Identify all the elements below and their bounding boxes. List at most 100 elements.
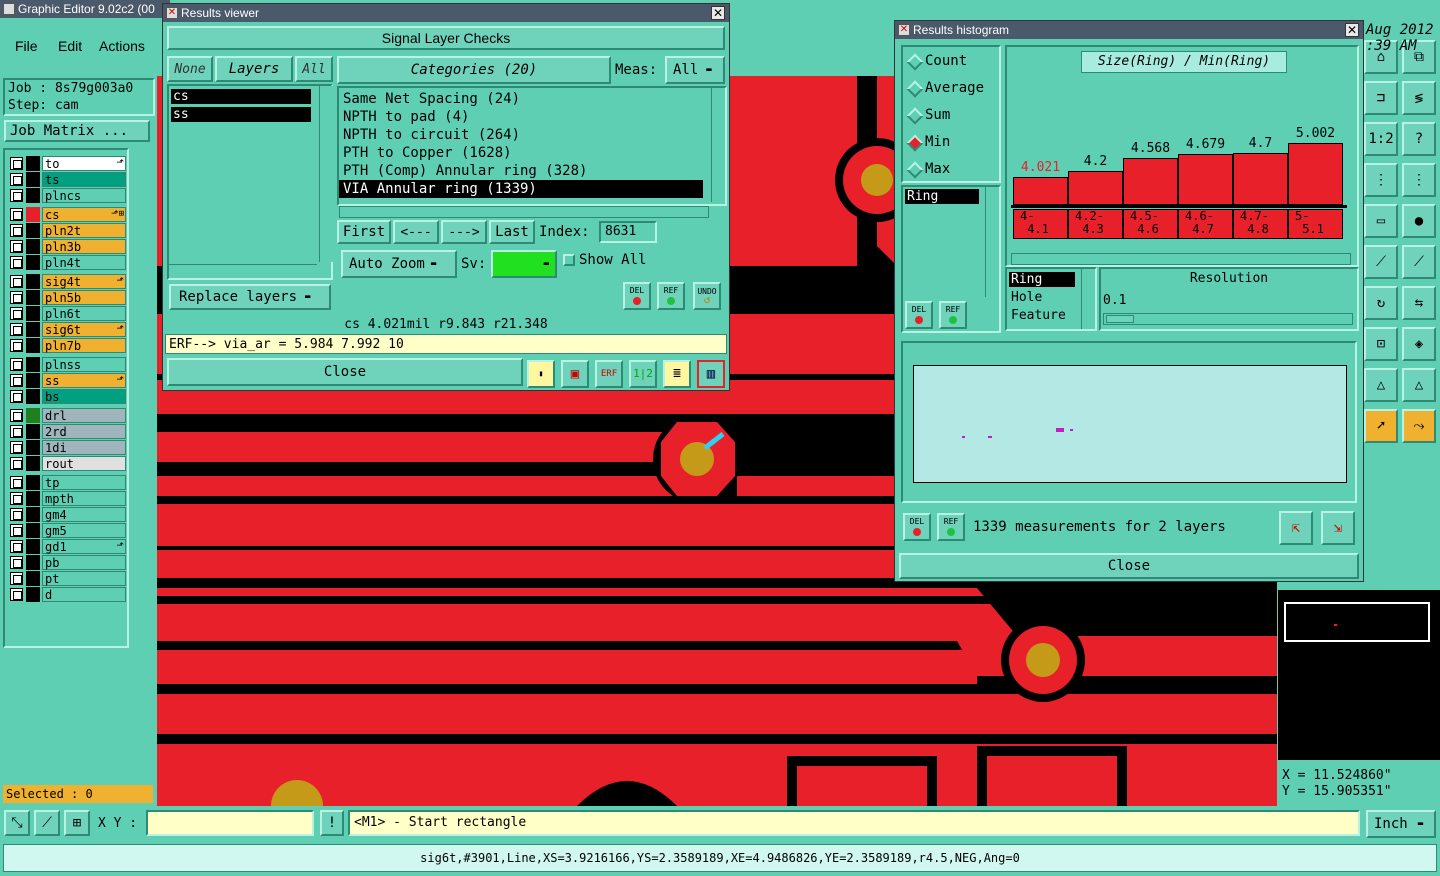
layer-checkbox[interactable] <box>10 457 23 470</box>
hist-del-button-2[interactable]: DEL <box>903 513 931 541</box>
layer-name[interactable]: 1di <box>42 440 126 455</box>
layer-row-gm4[interactable]: gm4 <box>10 507 126 522</box>
layer-checkbox[interactable] <box>10 374 23 387</box>
results-viewer-titlebar[interactable]: ✕ Results viewer ✕ <box>163 4 729 22</box>
legend-icon[interactable]: ▮ <box>527 360 555 388</box>
layer-checkbox[interactable] <box>10 157 23 170</box>
layer-name[interactable]: bs <box>42 389 126 404</box>
layer-checkbox[interactable] <box>10 540 23 553</box>
layer-name[interactable]: d <box>42 587 126 602</box>
category-item[interactable]: PTH (Comp) Annular ring (328) <box>339 162 703 180</box>
layer-color-swatch[interactable] <box>26 338 40 353</box>
shapes-icon[interactable]: ◈ <box>1402 327 1436 361</box>
layer-list-item-ss[interactable]: ss <box>171 107 311 122</box>
layer-color-swatch[interactable] <box>26 156 40 171</box>
layer-color-swatch[interactable] <box>26 571 40 586</box>
chart-hscroll[interactable] <box>1011 253 1351 265</box>
layer-name[interactable]: pln5b <box>42 290 126 305</box>
arc-icon[interactable]: △ <box>1364 368 1398 402</box>
layer-color-swatch[interactable] <box>26 491 40 506</box>
layer-row-ss[interactable]: ss ⬏ <box>10 373 126 388</box>
layer-list-hscroll[interactable] <box>169 264 317 276</box>
layer-checkbox[interactable] <box>10 307 23 320</box>
layer-color-swatch[interactable] <box>26 507 40 522</box>
layer-color-swatch[interactable] <box>26 440 40 455</box>
layer-color-swatch[interactable] <box>26 555 40 570</box>
attribute-hole[interactable]: Hole <box>1011 290 1042 305</box>
layer-color-swatch[interactable] <box>26 357 40 372</box>
layer-row-sig6t[interactable]: sig6t ⬏ <box>10 322 126 337</box>
layer-checkbox[interactable] <box>10 572 23 585</box>
measure-icon[interactable]: ⟋ <box>34 810 60 836</box>
undo-button[interactable]: UNDO ↺ <box>693 282 721 310</box>
slider-thumb[interactable] <box>1106 315 1134 323</box>
layer-list-vscroll[interactable] <box>319 86 333 262</box>
help-icon[interactable]: ? <box>1402 122 1436 156</box>
layer-row-drl[interactable]: drl <box>10 408 126 423</box>
layer-checkbox[interactable] <box>10 275 23 288</box>
layer-color-swatch[interactable] <box>26 255 40 270</box>
show-all-checkbox[interactable] <box>563 254 575 266</box>
layers-none-button[interactable]: None <box>167 56 213 82</box>
stat-option-min[interactable]: Min <box>903 132 999 154</box>
layer-name[interactable]: plncs <box>42 188 126 203</box>
histogram-bar[interactable] <box>1123 158 1178 205</box>
layer-color-swatch[interactable] <box>26 188 40 203</box>
histogram-titlebar[interactable]: ✕ Results histogram ✕ <box>895 21 1363 39</box>
layer-checkbox[interactable] <box>10 173 23 186</box>
zoom-fit-icon[interactable]: ⤡ <box>4 810 30 836</box>
next-button[interactable]: ---> <box>441 220 487 244</box>
route-icon[interactable]: ⤳ <box>1402 409 1436 443</box>
split-icon[interactable]: 1|2 <box>629 360 657 388</box>
categories-button[interactable]: Categories (20) <box>337 56 611 84</box>
layer-row-mpth[interactable]: mpth <box>10 491 126 506</box>
hist-del-button[interactable]: DEL <box>905 301 933 329</box>
prev-button[interactable]: <--- <box>393 220 439 244</box>
layer-color-swatch[interactable] <box>26 389 40 404</box>
last-button[interactable]: Last <box>489 220 535 244</box>
layer-checkbox[interactable] <box>10 291 23 304</box>
pointer-icon[interactable]: ➚ <box>1364 409 1398 443</box>
layer-row-d[interactable]: d <box>10 587 126 602</box>
layer-name[interactable]: tp <box>42 475 126 490</box>
layer-name[interactable]: pln7b <box>42 338 126 353</box>
layer-row-2rd[interactable]: 2rd <box>10 424 126 439</box>
hist-ref-button[interactable]: REF <box>939 301 967 329</box>
report-icon[interactable]: ▣ <box>561 360 589 388</box>
categories-vscroll[interactable] <box>711 88 725 202</box>
layer-checkbox[interactable] <box>10 256 23 269</box>
layer-color-swatch[interactable] <box>26 523 40 538</box>
layer-row-plnss[interactable]: plnss <box>10 357 126 372</box>
layer-row-pln6t[interactable]: pln6t <box>10 306 126 321</box>
layer-color-swatch[interactable] <box>26 290 40 305</box>
layer-row-to[interactable]: to ⬏ <box>10 156 126 171</box>
category-item[interactable]: VIA Annular ring (1339) <box>339 180 703 198</box>
rotate-icon[interactable]: ↻ <box>1364 286 1398 320</box>
layer-row-pln7b[interactable]: pln7b <box>10 338 126 353</box>
feature-list-vscroll[interactable] <box>985 187 999 297</box>
layer-name[interactable]: gm5 <box>42 523 126 538</box>
attribute-feature[interactable]: Feature <box>1011 308 1066 323</box>
arc-alt-icon[interactable]: △ <box>1402 368 1436 402</box>
stat-option-average[interactable]: Average <box>903 78 999 100</box>
layer-row-ts[interactable]: ts <box>10 172 126 187</box>
layer-name[interactable]: pln4t <box>42 255 126 270</box>
layer-checkbox[interactable] <box>10 358 23 371</box>
layer-color-swatch[interactable] <box>26 408 40 423</box>
stat-option-sum[interactable]: Sum <box>903 105 999 127</box>
stat-option-count[interactable]: Count <box>903 51 999 73</box>
layer-checkbox[interactable] <box>10 508 23 521</box>
category-item[interactable]: PTH to Copper (1628) <box>339 144 703 162</box>
layer-name[interactable]: plnss <box>42 357 126 372</box>
layer-color-swatch[interactable] <box>26 172 40 187</box>
layers-button[interactable]: Layers <box>215 56 293 82</box>
layer-name[interactable]: pb <box>42 555 126 570</box>
radio-icon[interactable] <box>906 80 924 98</box>
index-input[interactable]: 8631 <box>599 221 657 243</box>
layers-all-button[interactable]: All <box>295 56 333 82</box>
category-item[interactable]: Same Net Spacing (24) <box>339 90 703 108</box>
connect-icon[interactable]: ⟋ <box>1364 245 1398 279</box>
histogram-icon[interactable]: ▥ <box>697 360 725 388</box>
layer-row-1di[interactable]: 1di <box>10 440 126 455</box>
radio-icon[interactable] <box>906 107 924 125</box>
